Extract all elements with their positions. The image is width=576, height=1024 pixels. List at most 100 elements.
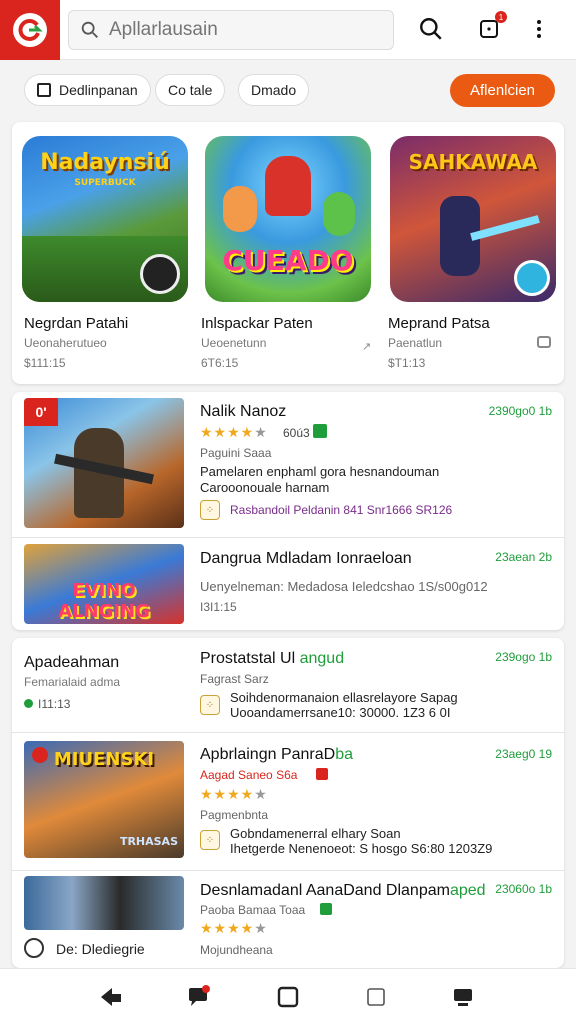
art-title: MIUENSKI (53, 749, 155, 770)
art-character-right (323, 192, 355, 236)
list-item-desc-1: Soihdenormanaion ellasrelayore Sapag (230, 690, 458, 705)
title-highlight: ba (335, 746, 353, 763)
list-item-desc-1: Gobndamenerral elhary Soan (230, 826, 401, 841)
list-item-price: I11:13 (38, 697, 71, 711)
list-item-date: 23060o 1b (495, 882, 552, 896)
bottom-navigation (0, 968, 576, 1024)
list-item-line-2: Mojundheana (200, 943, 273, 957)
tag-icon: ⁘ (200, 695, 220, 715)
notification-badge: 1 (495, 11, 507, 23)
list-item-title[interactable]: Nalik Nanoz (200, 403, 286, 421)
list-item-tag-row: ⁘ Rasbandoil Peldanin 841 Snr1666 SR126 (200, 500, 452, 520)
title-highlight: angud (299, 650, 345, 667)
filter-chip-1[interactable]: Dedlinpanan (24, 74, 151, 106)
chip-label: Co tale (168, 82, 213, 98)
verified-icon (313, 424, 327, 438)
chip-label: Dmado (251, 82, 297, 98)
list-item-art-5[interactable] (24, 876, 184, 930)
list-item-badge: 0' (24, 398, 58, 426)
featured-game-art-1[interactable]: Nadaynsiú SUPERBUCK (22, 136, 188, 302)
art-sword (470, 215, 540, 241)
art-title: Nadaynsiú (40, 150, 170, 175)
title-main: Desnlamadanl AanaDand Dlanpam (200, 882, 450, 899)
install-icon[interactable] (537, 336, 551, 348)
list-item-desc-2: Uooandamerrsane10: 30000. 1Z3 6 0I (230, 705, 451, 720)
rating-text: 60ú3 (283, 426, 310, 440)
app-logo[interactable] (0, 0, 60, 60)
search-bar[interactable] (68, 10, 394, 50)
title-main: Prostatstal Ul (200, 650, 296, 667)
tag-icon: ⁘ (200, 830, 220, 850)
filter-chip-2[interactable]: Co tale (155, 74, 226, 106)
featured-game-art-3[interactable]: SAHKAWAA (390, 136, 556, 302)
list-item-title[interactable]: Apbrlaingn PanraDba (200, 746, 353, 764)
chat-bubble-icon (189, 985, 210, 1006)
primary-action-button[interactable]: Aflenlcien (450, 74, 555, 107)
search-input[interactable] (109, 19, 389, 41)
list-item-date: 2390go0 1b (488, 404, 552, 418)
featured-subtitle-1: Ueonaherutueo (24, 336, 107, 350)
art-title: CUEADO (222, 244, 354, 277)
top-app-bar: 1 (0, 0, 576, 60)
featured-price-1: $111:15 (24, 356, 66, 370)
nav-library-button[interactable] (449, 983, 477, 1011)
nav-home-button[interactable] (274, 983, 302, 1011)
share-icon[interactable]: ↗ (362, 340, 371, 353)
list-item-title[interactable]: Desnlamadanl AanaDand Dlanpamaped (200, 882, 486, 900)
art-title: SAHKAWAA (408, 150, 538, 174)
more-vertical-icon (537, 20, 541, 38)
list-item-category: Fagrast Sarz (200, 672, 269, 686)
star-rating: ★★★★★ (200, 786, 268, 802)
logo-mark (13, 13, 47, 47)
featured-game-art-2[interactable]: CUEADO (205, 136, 371, 302)
square-outline-icon (367, 988, 385, 1006)
list-item-line-1: Paoba Bamaa Toaa (200, 903, 306, 917)
featured-title-1[interactable]: Negrdan Patahi (24, 315, 128, 332)
search-button[interactable] (416, 14, 446, 44)
list-item-desc-2: Ihetgerde Nenenoeot: S hosgo S6:80 1203Z… (230, 841, 493, 856)
more-options-button[interactable] (524, 14, 554, 44)
verified-icon (320, 903, 332, 915)
divider (12, 732, 564, 733)
featured-title-2[interactable]: Inlspackar Paten (201, 315, 313, 332)
featured-price-3: $T1:13 (388, 356, 426, 370)
list-item-title[interactable]: Apadeahman (24, 654, 119, 672)
filter-chip-3[interactable]: Dmado (238, 74, 310, 106)
search-icon (420, 18, 442, 40)
play-icon (514, 260, 550, 296)
divider (12, 870, 564, 871)
list-item-art-1[interactable]: 0' (24, 398, 184, 528)
filter-icon (37, 83, 51, 97)
art-character-left (223, 186, 257, 232)
list-item-title[interactable]: Dangrua Mdladam Ionraeloan (200, 550, 412, 568)
star-rating: ★★★★★ (200, 424, 268, 440)
list-item-title-2[interactable]: Prostatstal Ul angud (200, 650, 344, 668)
list-item-red-line: Aagad Saneo S6a (200, 768, 298, 782)
tag-icon: ⁘ (200, 500, 220, 520)
nav-messages-button[interactable] (184, 983, 212, 1011)
notifications-button[interactable]: 1 (474, 11, 507, 44)
square-icon (277, 986, 299, 1008)
list-item-category: Paguini Saaa (200, 446, 272, 460)
promo-icon (316, 768, 328, 780)
nav-back-button[interactable] (97, 983, 125, 1011)
back-arrow-icon (101, 988, 121, 1006)
title-highlight: aped (449, 882, 486, 899)
featured-subtitle-3: Paenatlun (388, 336, 443, 350)
list-item-line-1: Uenyelneman: Medadosa Ieledcshao 1S/s00g… (200, 579, 488, 594)
divider (12, 537, 564, 538)
list-item-desc-1: Pamelaren enphaml gora hesnandouman (200, 464, 440, 479)
featured-title-3[interactable]: Meprand Patsa (388, 315, 490, 332)
art-subtitle: TRHASAS (119, 835, 178, 848)
nav-recents-button[interactable] (362, 983, 390, 1011)
title-main: Apbrlaingn PanraD (200, 746, 336, 763)
list-item-subtitle: Femarialaid adma (24, 675, 121, 689)
list-item-art-4[interactable]: MIUENSKI TRHASAS (24, 741, 184, 858)
soccer-ball-icon (140, 254, 180, 294)
list-item-line-2: I3I1:15 (200, 600, 237, 614)
monitor-icon (454, 989, 472, 1006)
list-item-date: 239ogo 1b (495, 650, 552, 664)
list-item-date: 23aeg0 19 (495, 747, 552, 761)
featured-subtitle-2: Ueoenetunn (201, 336, 267, 350)
list-item-art-2[interactable]: EVINO ALNGING (24, 544, 184, 624)
